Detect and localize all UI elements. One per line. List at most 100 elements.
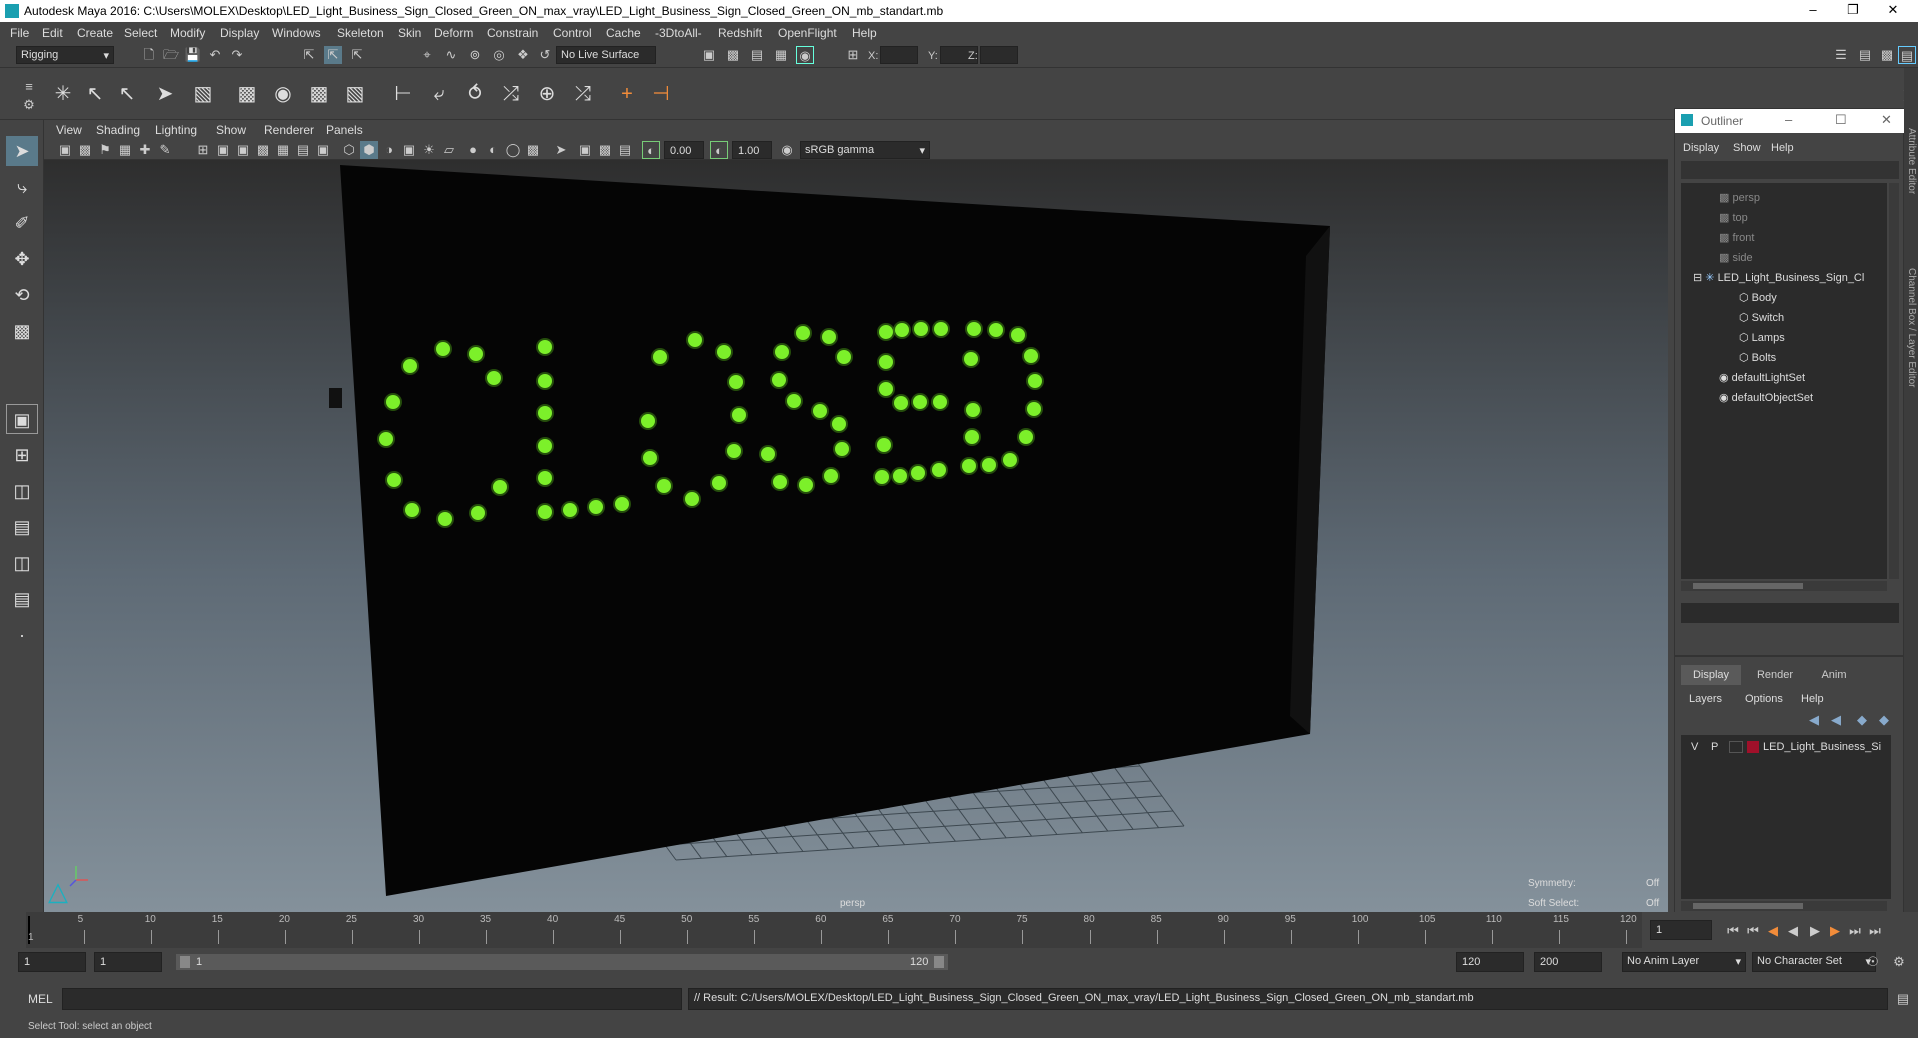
- open-scene-icon[interactable]: 🗁: [162, 46, 180, 64]
- panel-menu-renderer[interactable]: Renderer: [264, 123, 314, 137]
- hud-icon[interactable]: ▤: [616, 141, 634, 159]
- playback-range-bar[interactable]: 1 120: [176, 954, 948, 970]
- point-constraint-icon[interactable]: ⤶: [424, 78, 454, 110]
- shelf-settings-icon[interactable]: ⚙: [20, 96, 38, 114]
- wireframe-icon[interactable]: ⬡: [340, 141, 358, 159]
- modeling-toolkit-icon[interactable]: ☰: [1832, 46, 1850, 64]
- tab-anim[interactable]: Anim: [1809, 665, 1859, 685]
- menu-cache[interactable]: Cache: [606, 26, 641, 40]
- move-layer-up-icon[interactable]: ◀: [1805, 711, 1823, 729]
- help-menu[interactable]: Help: [1801, 693, 1824, 705]
- range-end-handle[interactable]: [934, 956, 944, 968]
- playback-end-field[interactable]: 120: [1456, 952, 1524, 972]
- use-all-lights-icon[interactable]: ☀: [420, 141, 438, 159]
- preferences-icon[interactable]: ⚙: [1890, 953, 1908, 971]
- outliner-menu-display[interactable]: Display: [1683, 142, 1719, 154]
- x-field[interactable]: [880, 46, 918, 64]
- z-field[interactable]: [980, 46, 1018, 64]
- outliner-filter-field[interactable]: [1681, 161, 1899, 179]
- transform-mode-icon[interactable]: ⊞: [844, 46, 862, 64]
- render-view-icon[interactable]: ▣: [700, 46, 718, 64]
- orient-constraint-icon[interactable]: ⥀: [460, 78, 490, 110]
- shadows-icon[interactable]: ▱: [440, 141, 458, 159]
- joint-tool-icon[interactable]: ✳: [48, 78, 78, 110]
- step-forward-frame-icon[interactable]: ▶: [1826, 922, 1844, 940]
- tree-item-defaultlightset[interactable]: ◉ defaultLightSet: [1719, 371, 1805, 384]
- tree-item-persp[interactable]: ▩ persp: [1719, 191, 1760, 204]
- channel-box-icon[interactable]: ▤: [1898, 46, 1916, 64]
- layer-color-swatch[interactable]: [1747, 741, 1759, 753]
- textured-icon[interactable]: ▣: [400, 141, 418, 159]
- menu-edit[interactable]: Edit: [42, 26, 63, 40]
- tree-item-defaultobjectset[interactable]: ◉ defaultObjectSet: [1719, 391, 1813, 404]
- add-attr-icon[interactable]: +: [612, 78, 642, 110]
- ipr-render-icon[interactable]: ▤: [748, 46, 766, 64]
- camera-select-icon[interactable]: ▣: [56, 141, 74, 159]
- wrap-icon[interactable]: ▩: [304, 78, 334, 110]
- outliner-secondary-field[interactable]: [1681, 603, 1899, 623]
- locator-icon[interactable]: ▧: [188, 78, 218, 110]
- snap-surface-icon[interactable]: ❖: [514, 46, 532, 64]
- panel-menu-shading[interactable]: Shading: [96, 123, 140, 137]
- panel-menu-show[interactable]: Show: [216, 123, 246, 137]
- 2d-pan-icon[interactable]: ✚: [136, 141, 154, 159]
- lasso-tool-icon[interactable]: ⤷: [6, 172, 38, 202]
- lattice-icon[interactable]: ◉: [268, 78, 298, 110]
- tab-render[interactable]: Render: [1745, 665, 1805, 685]
- field-chart-icon[interactable]: ▦: [274, 141, 292, 159]
- resolution-gate-icon[interactable]: ▣: [234, 141, 252, 159]
- snap-point-icon[interactable]: ⊚: [466, 46, 484, 64]
- ik-spline-icon[interactable]: ↖: [112, 78, 142, 110]
- hypershade-layout-icon[interactable]: ▤: [6, 584, 38, 614]
- menu-set-dropdown[interactable]: Rigging ▾: [16, 46, 114, 64]
- outliner-hscrollbar[interactable]: [1681, 581, 1887, 591]
- menu-select[interactable]: Select: [124, 26, 157, 40]
- rotate-tool-icon[interactable]: ⟲: [6, 280, 38, 310]
- cluster-icon[interactable]: ▩: [232, 78, 262, 110]
- range-start-handle[interactable]: [180, 956, 190, 968]
- safe-title-icon[interactable]: ▣: [314, 141, 332, 159]
- options-menu[interactable]: Options: [1745, 693, 1783, 705]
- channel-box-tab[interactable]: Channel Box / Layer Editor: [1905, 268, 1917, 468]
- menu-3dtoall[interactable]: -3DtoAll-: [655, 26, 702, 40]
- persp-outliner-icon[interactable]: ▤: [6, 512, 38, 542]
- tree-item-bolts[interactable]: ⬡ Bolts: [1739, 351, 1776, 364]
- play-forward-icon[interactable]: ▶: [1806, 922, 1824, 940]
- menu-openflight[interactable]: OpenFlight: [778, 26, 837, 40]
- playback-start-field[interactable]: 1: [94, 952, 162, 972]
- camera-attributes-icon[interactable]: ▩: [76, 141, 94, 159]
- layer-visibility-toggle[interactable]: V: [1691, 741, 1698, 753]
- menu-skin[interactable]: Skin: [398, 26, 421, 40]
- layout-menu-icon[interactable]: ·: [6, 620, 38, 650]
- live-surface-field[interactable]: No Live Surface: [556, 46, 656, 64]
- new-layer-icon[interactable]: ◆: [1853, 711, 1871, 729]
- gamma-icon[interactable]: ◐: [710, 141, 728, 159]
- grid-icon[interactable]: ⊞: [194, 141, 212, 159]
- timeline-track[interactable]: 1 5 10 15 20 25 30 35 40 45 50 55 60 65 70 75 80 85 90 95 1…: [26, 912, 1642, 948]
- new-layer-selected-icon[interactable]: ◆: [1875, 711, 1893, 729]
- layer-row[interactable]: V P LED_Light_Business_Si: [1685, 739, 1887, 757]
- undo-icon[interactable]: ↶: [206, 46, 224, 64]
- auto-key-icon[interactable]: ☉: [1864, 953, 1882, 971]
- step-back-frame-icon[interactable]: ◀: [1764, 922, 1782, 940]
- select-object-icon[interactable]: ⇱: [324, 46, 342, 64]
- tree-item-body[interactable]: ⬡ Body: [1739, 291, 1777, 304]
- menu-control[interactable]: Control: [553, 26, 592, 40]
- step-back-key-icon[interactable]: ⏮: [1744, 922, 1762, 940]
- go-to-end-icon[interactable]: ⏭: [1866, 922, 1884, 940]
- persp-graph-icon[interactable]: ◫: [6, 548, 38, 578]
- new-scene-icon[interactable]: 🗋: [140, 46, 158, 64]
- menu-modify[interactable]: Modify: [170, 26, 205, 40]
- collapse-icon[interactable]: ⊟: [1693, 272, 1702, 284]
- view-transform-dropdown[interactable]: sRGB gamma ▾: [800, 141, 930, 159]
- aim-constraint-icon[interactable]: ⊕: [532, 78, 562, 110]
- menu-skeleton[interactable]: Skeleton: [337, 26, 384, 40]
- panel-menu-panels[interactable]: Panels: [326, 123, 363, 137]
- tree-item-group[interactable]: ⊟ ✳ LED_Light_Business_Sign_Cl: [1693, 271, 1864, 284]
- grease-pencil-icon[interactable]: ✎: [156, 141, 174, 159]
- depth-peeling-icon[interactable]: ▩: [596, 141, 614, 159]
- menu-display[interactable]: Display: [220, 26, 259, 40]
- scale-constraint-icon[interactable]: ⤮: [496, 78, 526, 110]
- tree-item-front[interactable]: ▩ front: [1719, 231, 1754, 244]
- set-driven-key-icon[interactable]: ⊣: [646, 78, 676, 110]
